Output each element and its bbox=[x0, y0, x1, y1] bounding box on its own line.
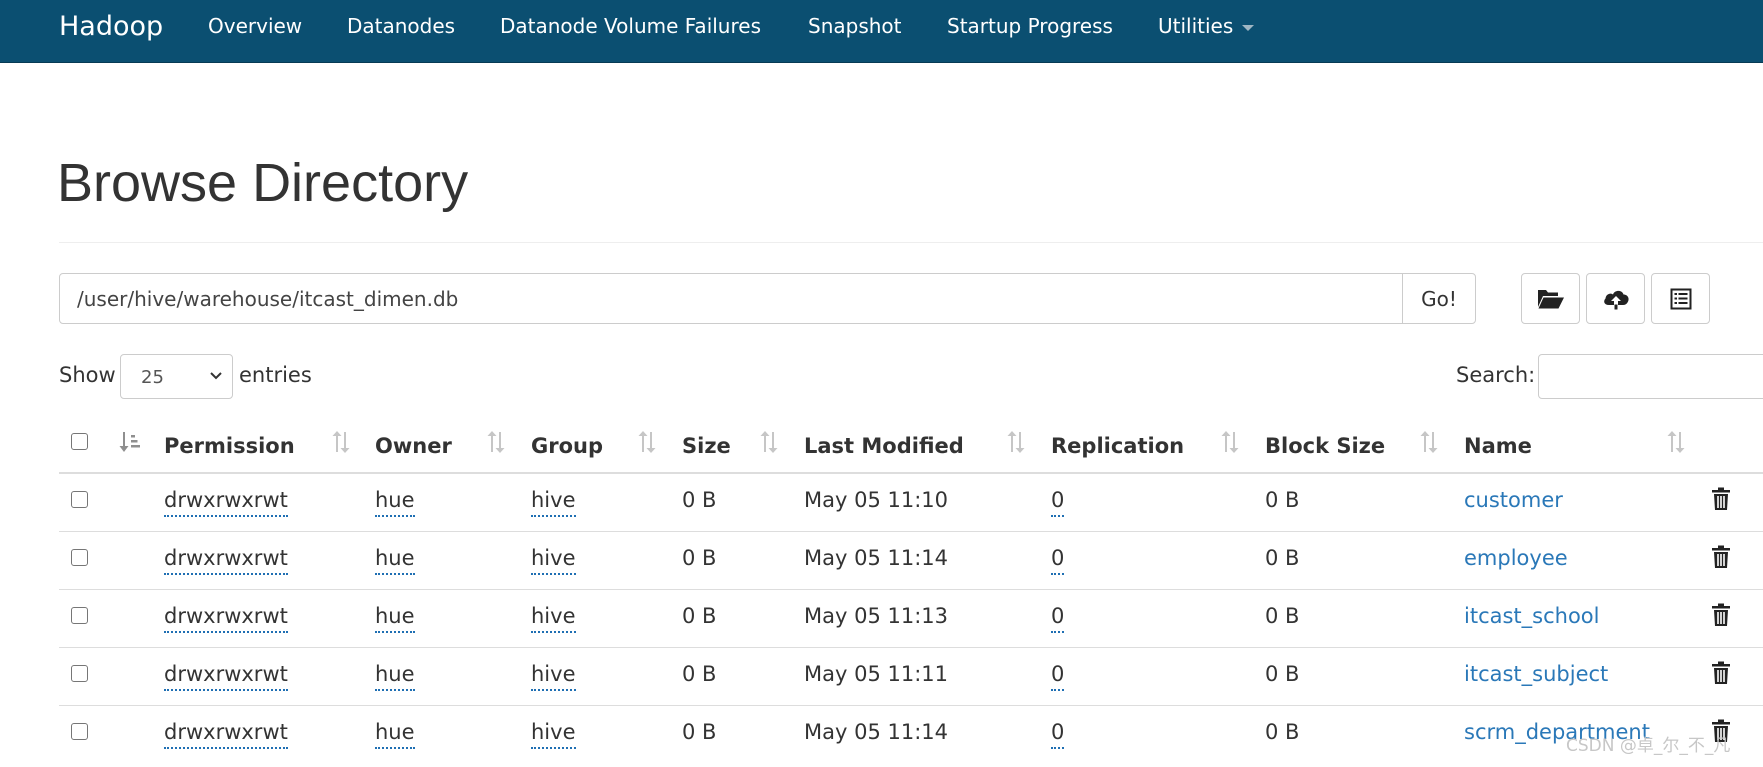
col-header-block-size[interactable]: Block Size bbox=[1265, 433, 1385, 459]
size-cell: 0 B bbox=[682, 604, 717, 628]
replication-cell[interactable]: 0 bbox=[1051, 544, 1065, 575]
row-divider bbox=[59, 647, 1763, 648]
permission-cell[interactable]: drwxrwxrwt bbox=[164, 660, 288, 691]
last-modified-cell: May 05 11:11 bbox=[804, 662, 949, 686]
col-header-size[interactable]: Size bbox=[682, 433, 731, 459]
trash-icon[interactable] bbox=[1711, 545, 1731, 569]
group-cell[interactable]: hive bbox=[531, 486, 576, 517]
directory-path-input[interactable] bbox=[59, 273, 1403, 324]
last-modified-cell: May 05 11:13 bbox=[804, 604, 949, 628]
group-cell[interactable]: hive bbox=[531, 602, 576, 633]
col-header-replication[interactable]: Replication bbox=[1051, 433, 1184, 459]
sort-ascending-icon[interactable] bbox=[118, 431, 142, 453]
replication-cell[interactable]: 0 bbox=[1051, 602, 1065, 633]
sort-both-icon[interactable] bbox=[485, 431, 507, 453]
name-link[interactable]: employee bbox=[1464, 544, 1568, 572]
nav-utilities-dropdown[interactable]: Utilities bbox=[1158, 14, 1255, 38]
page-size-select[interactable]: 25 bbox=[120, 354, 233, 399]
create-directory-button[interactable] bbox=[1521, 273, 1580, 324]
row-checkbox[interactable] bbox=[71, 607, 88, 624]
sort-both-icon[interactable] bbox=[330, 431, 352, 453]
trash-icon[interactable] bbox=[1711, 661, 1731, 685]
block-size-cell: 0 B bbox=[1265, 488, 1300, 512]
title-divider bbox=[59, 242, 1763, 243]
col-header-owner[interactable]: Owner bbox=[375, 433, 452, 459]
owner-cell[interactable]: hue bbox=[375, 544, 415, 575]
list-alt-icon bbox=[1670, 288, 1691, 309]
replication-cell[interactable]: 0 bbox=[1051, 718, 1065, 749]
row-checkbox[interactable] bbox=[71, 491, 88, 508]
owner-cell[interactable]: hue bbox=[375, 718, 415, 749]
row-checkbox[interactable] bbox=[71, 549, 88, 566]
sort-both-icon[interactable] bbox=[636, 431, 658, 453]
replication-cell[interactable]: 0 bbox=[1051, 486, 1065, 517]
block-size-cell: 0 B bbox=[1265, 662, 1300, 686]
cut-paste-button[interactable] bbox=[1651, 273, 1710, 324]
chevron-down-icon bbox=[210, 372, 222, 380]
name-link[interactable]: customer bbox=[1464, 486, 1563, 514]
block-size-cell: 0 B bbox=[1265, 546, 1300, 570]
sort-both-icon[interactable] bbox=[1005, 431, 1027, 453]
block-size-cell: 0 B bbox=[1265, 604, 1300, 628]
folder-open-icon bbox=[1537, 289, 1564, 308]
select-all-checkbox[interactable] bbox=[71, 433, 88, 450]
trash-icon[interactable] bbox=[1711, 603, 1731, 627]
go-button[interactable]: Go! bbox=[1402, 273, 1476, 324]
group-cell[interactable]: hive bbox=[531, 660, 576, 691]
col-header-last-modified[interactable]: Last Modified bbox=[804, 433, 964, 459]
page-size-value: 25 bbox=[141, 367, 164, 388]
permission-cell[interactable]: drwxrwxrwt bbox=[164, 544, 288, 575]
replication-cell[interactable]: 0 bbox=[1051, 660, 1065, 691]
show-label: Show bbox=[59, 363, 116, 387]
trash-icon[interactable] bbox=[1711, 487, 1731, 511]
search-input[interactable] bbox=[1538, 354, 1763, 399]
group-cell[interactable]: hive bbox=[531, 718, 576, 749]
sort-both-icon[interactable] bbox=[1219, 431, 1241, 453]
size-cell: 0 B bbox=[682, 720, 717, 744]
sort-both-icon[interactable] bbox=[1418, 431, 1440, 453]
col-header-permission[interactable]: Permission bbox=[164, 433, 295, 459]
caret-down-icon bbox=[1242, 24, 1255, 31]
size-cell: 0 B bbox=[682, 662, 717, 686]
nav-overview[interactable]: Overview bbox=[208, 14, 302, 38]
row-divider bbox=[59, 589, 1763, 590]
upload-files-button[interactable] bbox=[1586, 273, 1645, 324]
search-label: Search: bbox=[1456, 363, 1536, 387]
top-navbar: Hadoop Overview Datanodes Datanode Volum… bbox=[0, 0, 1763, 63]
csdn-watermark: CSDN @卓_尔_不_凡 bbox=[1566, 736, 1731, 756]
row-divider bbox=[59, 531, 1763, 532]
sort-both-icon[interactable] bbox=[758, 431, 780, 453]
owner-cell[interactable]: hue bbox=[375, 660, 415, 691]
nav-startup-progress[interactable]: Startup Progress bbox=[947, 14, 1113, 38]
permission-cell[interactable]: drwxrwxrwt bbox=[164, 718, 288, 749]
group-cell[interactable]: hive bbox=[531, 544, 576, 575]
col-header-group[interactable]: Group bbox=[531, 433, 603, 459]
nav-snapshot[interactable]: Snapshot bbox=[808, 14, 902, 38]
name-link[interactable]: itcast_subject bbox=[1464, 660, 1608, 688]
nav-utilities-label: Utilities bbox=[1158, 14, 1234, 38]
permission-cell[interactable]: drwxrwxrwt bbox=[164, 486, 288, 517]
permission-cell[interactable]: drwxrwxrwt bbox=[164, 602, 288, 633]
size-cell: 0 B bbox=[682, 546, 717, 570]
col-header-name[interactable]: Name bbox=[1464, 433, 1532, 459]
owner-cell[interactable]: hue bbox=[375, 602, 415, 633]
row-checkbox[interactable] bbox=[71, 723, 88, 740]
nav-datanodes[interactable]: Datanodes bbox=[347, 14, 455, 38]
sort-both-icon[interactable] bbox=[1665, 431, 1687, 453]
last-modified-cell: May 05 11:10 bbox=[804, 488, 949, 512]
nav-datanode-volume-failures[interactable]: Datanode Volume Failures bbox=[500, 14, 761, 38]
row-checkbox[interactable] bbox=[71, 665, 88, 682]
entries-label: entries bbox=[239, 363, 312, 387]
last-modified-cell: May 05 11:14 bbox=[804, 720, 949, 744]
owner-cell[interactable]: hue bbox=[375, 486, 415, 517]
block-size-cell: 0 B bbox=[1265, 720, 1300, 744]
brand-logo[interactable]: Hadoop bbox=[59, 12, 163, 42]
name-link[interactable]: itcast_school bbox=[1464, 602, 1600, 630]
size-cell: 0 B bbox=[682, 488, 717, 512]
last-modified-cell: May 05 11:14 bbox=[804, 546, 949, 570]
page-title: Browse Directory bbox=[57, 153, 469, 213]
cloud-upload-icon bbox=[1603, 290, 1629, 309]
row-divider bbox=[59, 705, 1763, 706]
